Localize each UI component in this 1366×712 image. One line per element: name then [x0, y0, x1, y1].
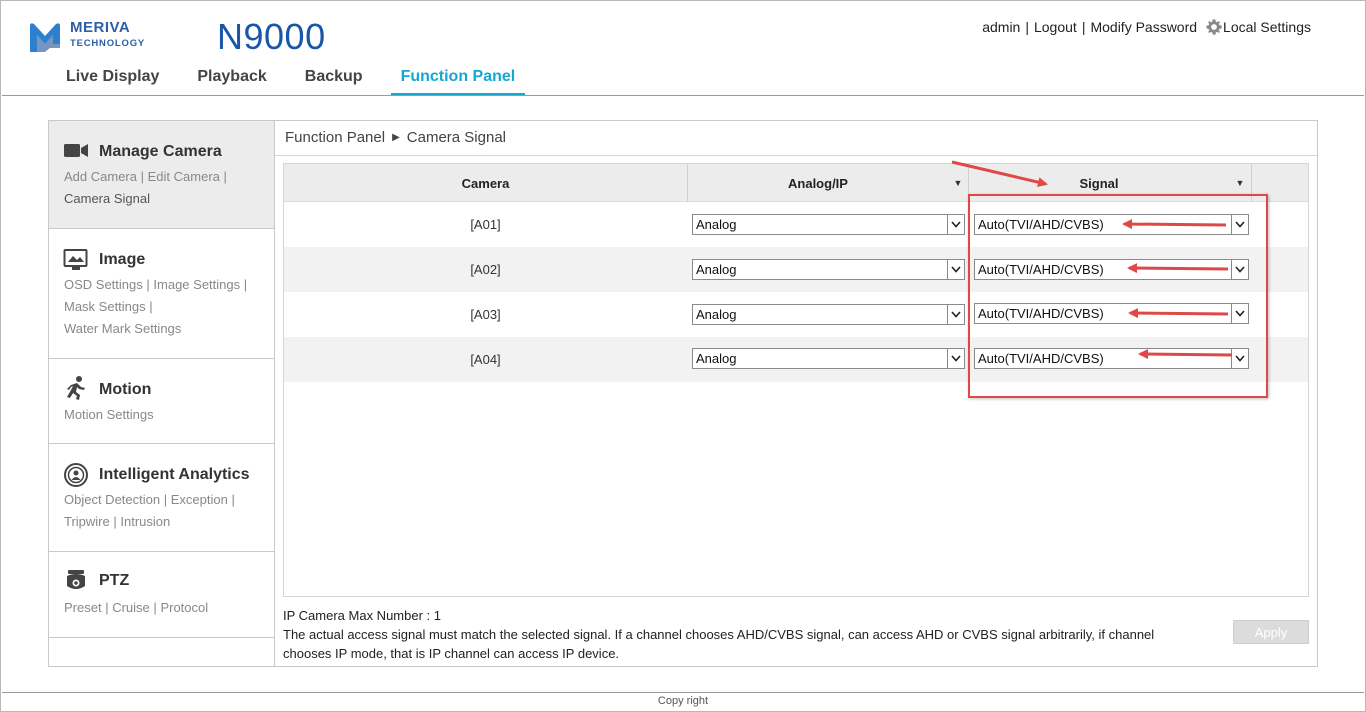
chevron-down-icon	[947, 260, 964, 279]
content-panel: Function Panel ▶ Camera Signal Camera An…	[274, 120, 1318, 667]
link-cruise[interactable]: Cruise	[112, 600, 150, 615]
brand-name: MERIVA	[70, 19, 131, 36]
brand-subtitle: TECHNOLOGY	[70, 38, 146, 49]
link-preset[interactable]: Preset	[64, 600, 102, 615]
table-row: [A02] Analog Auto(TVI/AHD/CVBS)	[284, 247, 1308, 292]
sidebar-title-manage-camera: Manage Camera	[99, 143, 222, 160]
ip-camera-max-number: IP Camera Max Number : 1	[283, 608, 441, 623]
sidebar-section-image[interactable]: Image OSD Settings | Image Settings | Ma…	[49, 229, 274, 359]
sidebar-title-intelligent-analytics: Intelligent Analytics	[99, 466, 250, 483]
header-signal: Signal	[1079, 175, 1119, 191]
signal-select[interactable]: Auto(TVI/AHD/CVBS)	[974, 348, 1249, 369]
logout-link[interactable]: Logout	[1034, 19, 1077, 35]
sidebar-section-motion[interactable]: Motion Motion Settings	[49, 359, 274, 444]
link-mask-settings[interactable]: Mask Settings	[64, 299, 146, 314]
breadcrumb-divider	[275, 155, 1317, 156]
header-camera: Camera	[461, 175, 510, 191]
tab-live-display[interactable]: Live Display	[56, 66, 169, 96]
table-header: Camera Analog/IP ▼ Signal ▼	[284, 164, 1308, 202]
apply-button[interactable]: Apply	[1233, 620, 1309, 644]
footer-copyright: Copy right	[657, 695, 709, 707]
analytics-icon	[64, 463, 88, 487]
chevron-down-icon	[947, 215, 964, 234]
sidebar-title-image: Image	[99, 251, 146, 268]
link-osd-settings[interactable]: OSD Settings	[64, 277, 143, 292]
ptz-camera-icon	[67, 570, 85, 589]
link-object-detection[interactable]: Object Detection	[64, 492, 160, 507]
camera-cell: [A04]	[470, 352, 501, 367]
chevron-down-icon	[1231, 260, 1248, 279]
sidebar-title-ptz: PTZ	[99, 572, 130, 589]
tab-playback[interactable]: Playback	[187, 66, 276, 96]
sidebar-section-intelligent-analytics[interactable]: Intelligent Analytics Object Detection |…	[49, 444, 274, 552]
camera-signal-table: Camera Analog/IP ▼ Signal ▼ [A01] Analog…	[283, 163, 1309, 597]
analog-ip-select[interactable]: Analog	[692, 214, 965, 235]
signal-select[interactable]: Auto(TVI/AHD/CVBS)	[974, 259, 1249, 280]
link-tripwire[interactable]: Tripwire	[64, 514, 110, 529]
device-model: N9000	[217, 16, 326, 57]
link-water-mark-settings[interactable]: Water Mark Settings	[64, 321, 181, 336]
meriva-logo-icon	[30, 23, 60, 52]
camera-cell: [A02]	[470, 262, 501, 277]
breadcrumb: Function Panel ▶ Camera Signal	[285, 129, 506, 146]
signal-header-dropdown-icon[interactable]: ▼	[1230, 164, 1250, 202]
analog-ip-select[interactable]: Analog	[692, 304, 965, 325]
link-edit-camera[interactable]: Edit Camera	[148, 169, 220, 184]
breadcrumb-arrow-icon: ▶	[392, 132, 400, 143]
signal-select[interactable]: Auto(TVI/AHD/CVBS)	[974, 214, 1249, 235]
camera-cell: [A01]	[470, 217, 501, 232]
link-intrusion[interactable]: Intrusion	[120, 514, 170, 529]
chevron-down-icon	[1231, 349, 1248, 368]
modify-password-link[interactable]: Modify Password	[1090, 19, 1197, 35]
chevron-down-icon	[947, 349, 964, 368]
notes: IP Camera Max Number : 1 The actual acce…	[283, 606, 1193, 663]
table-row: [A01] Analog Auto(TVI/AHD/CVBS)	[284, 202, 1308, 247]
header-analog-ip: Analog/IP	[788, 175, 848, 191]
sidebar-section-manage-camera[interactable]: Manage Camera Add Camera | Edit Camera |…	[49, 121, 274, 229]
chevron-down-icon	[947, 305, 964, 324]
brand-logo: MERIVA TECHNOLOGY	[26, 16, 156, 58]
analog-ip-header-dropdown-icon[interactable]: ▼	[948, 164, 968, 202]
sidebar-title-motion: Motion	[99, 381, 152, 398]
analog-ip-select[interactable]: Analog	[692, 348, 965, 369]
breadcrumb-root[interactable]: Function Panel	[285, 129, 385, 146]
link-add-camera[interactable]: Add Camera	[64, 169, 137, 184]
username: admin	[982, 19, 1021, 35]
chevron-down-icon	[1231, 304, 1248, 323]
table-row: [A03] Analog Auto(TVI/AHD/CVBS)	[284, 292, 1308, 337]
video-camera-icon	[64, 144, 88, 157]
sidebar-section-ptz[interactable]: PTZ Preset | Cruise | Protocol	[49, 552, 274, 638]
table-row: [A04] Analog Auto(TVI/AHD/CVBS)	[284, 337, 1308, 382]
main-tabs: Live Display Playback Backup Function Pa…	[56, 66, 543, 96]
top-navigation: admin | Logout | Modify Password Local S…	[982, 18, 1311, 36]
camera-cell: [A03]	[470, 307, 501, 322]
gear-icon[interactable]	[1205, 18, 1223, 36]
analog-ip-select[interactable]: Analog	[692, 259, 965, 280]
link-protocol[interactable]: Protocol	[160, 600, 208, 615]
footer-divider	[2, 692, 1364, 693]
running-person-icon	[67, 376, 85, 400]
signal-description: The actual access signal must match the …	[283, 627, 1155, 661]
link-camera-signal[interactable]: Camera Signal	[64, 191, 150, 206]
image-monitor-icon	[63, 249, 88, 270]
tab-backup[interactable]: Backup	[295, 66, 373, 96]
tab-function-panel[interactable]: Function Panel	[390, 66, 526, 96]
local-settings-link[interactable]: Local Settings	[1223, 19, 1311, 35]
breadcrumb-current: Camera Signal	[406, 129, 506, 146]
link-motion-settings[interactable]: Motion Settings	[64, 407, 154, 422]
signal-select[interactable]: Auto(TVI/AHD/CVBS)	[974, 303, 1249, 324]
link-exception[interactable]: Exception	[171, 492, 228, 507]
sidebar: Manage Camera Add Camera | Edit Camera |…	[48, 120, 275, 667]
link-image-settings[interactable]: Image Settings	[153, 277, 240, 292]
header-divider	[2, 95, 1364, 96]
chevron-down-icon	[1231, 215, 1248, 234]
